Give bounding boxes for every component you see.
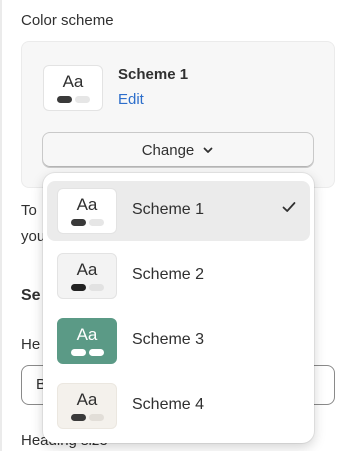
swatch-sample-text: Aa xyxy=(76,195,98,214)
color-scheme-label: Color scheme xyxy=(21,12,114,29)
swatch-primary-pill xyxy=(71,284,86,291)
scheme-option-label: Scheme 3 xyxy=(132,331,205,348)
scheme-option[interactable]: Aa Scheme 3 xyxy=(47,311,310,371)
scheme-option-label: Scheme 4 xyxy=(132,396,205,413)
checkmark-icon xyxy=(282,202,296,212)
swatch-secondary-pill xyxy=(89,219,104,226)
scheme-option[interactable]: Aa Scheme 2 xyxy=(47,246,310,306)
scheme-preview-swatch: Aa xyxy=(43,65,103,111)
swatch-secondary-pill xyxy=(75,96,90,103)
swatch-sample-text: Aa xyxy=(76,260,98,279)
scheme-option[interactable]: Aa Scheme 4 xyxy=(47,376,310,436)
swatch-sample-text: Aa xyxy=(62,72,84,91)
description-line-2: you xyxy=(21,228,46,245)
scheme-option-swatch: Aa xyxy=(57,188,117,234)
scheme-option-swatch: Aa xyxy=(57,318,117,364)
swatch-sample-text: Aa xyxy=(76,325,98,344)
swatch-secondary-pill xyxy=(89,349,104,356)
scheme-option[interactable]: Aa Scheme 1 xyxy=(47,181,310,241)
swatch-secondary-pill xyxy=(89,414,104,421)
change-scheme-button[interactable]: Change xyxy=(42,132,314,168)
scheme-option-label: Scheme 1 xyxy=(132,201,205,218)
swatch-primary-pill xyxy=(57,96,72,103)
panel-divider xyxy=(0,0,2,451)
scheme-option-label: Scheme 2 xyxy=(132,266,205,283)
swatch-primary-pill xyxy=(71,349,86,356)
field-label: He xyxy=(21,336,41,353)
scheme-option-swatch: Aa xyxy=(57,383,117,429)
edit-scheme-link[interactable]: Edit xyxy=(118,91,144,108)
swatch-primary-pill xyxy=(71,219,86,226)
chevron-down-icon xyxy=(203,147,213,153)
scheme-dropdown: Aa Scheme 1 Aa Scheme 2 Aa Scheme 3 Aa S xyxy=(43,173,314,443)
swatch-sample-text: Aa xyxy=(76,390,98,409)
section-heading: Se xyxy=(21,287,41,304)
current-scheme-name: Scheme 1 xyxy=(118,66,189,83)
description-line-1: To xyxy=(21,202,37,219)
swatch-secondary-pill xyxy=(89,284,104,291)
scheme-option-swatch: Aa xyxy=(57,253,117,299)
swatch-primary-pill xyxy=(71,414,86,421)
color-scheme-card: Aa Scheme 1 Edit Change xyxy=(21,41,335,188)
change-button-label: Change xyxy=(141,141,195,159)
